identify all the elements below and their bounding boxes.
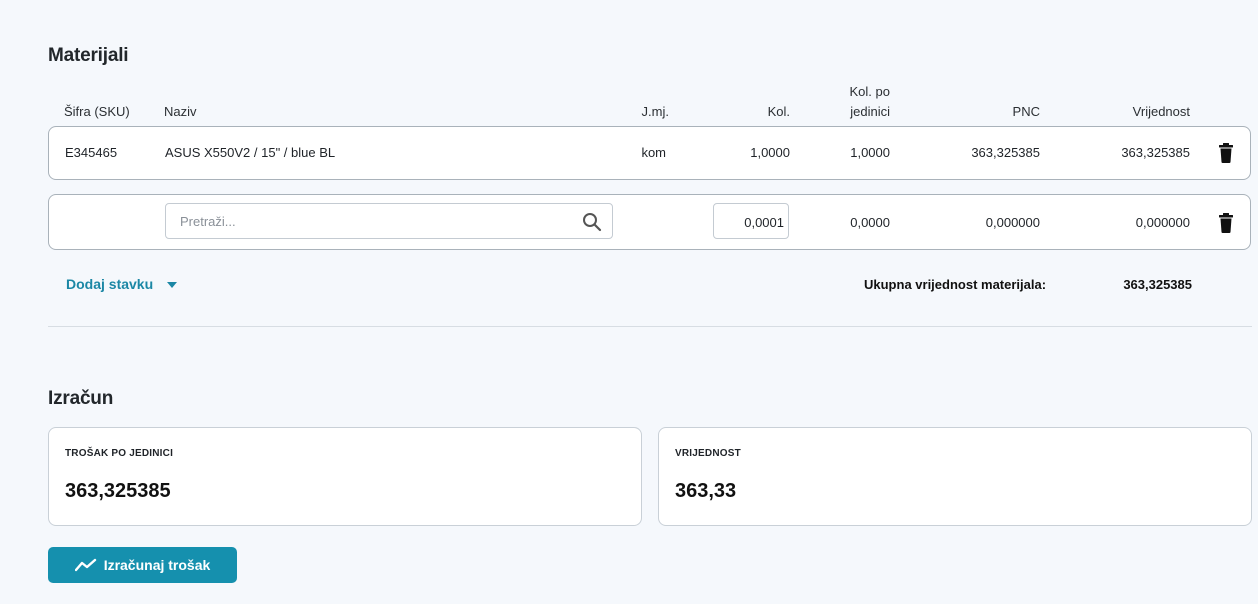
chart-line-icon [74,558,96,572]
row-name: ASUS X550V2 / 15" / blue BL [165,145,336,160]
header-unit: J.mj. [641,104,669,119]
calculate-cost-button[interactable]: Izračunaj trošak [48,547,237,583]
row-qty: 1,0000 [750,145,790,160]
quantity-field[interactable] [713,203,789,239]
new-row-value: 0,000000 [1135,215,1190,230]
new-material-row: 0,0000 0,000000 0,000000 [48,194,1251,250]
value-card: VRIJEDNOST 363,33 [658,427,1252,526]
materials-title: Materijali [48,45,129,66]
unit-cost-card: TROŠAK PO JEDINICI 363,325385 [48,427,642,526]
header-qty: Kol. [767,104,790,119]
trash-icon[interactable] [1217,213,1235,233]
new-row-pnc: 0,000000 [985,215,1040,230]
calculate-cost-label: Izračunaj trošak [103,557,211,573]
header-pnc: PNC [1012,104,1040,119]
new-row-qty-per-unit: 0,0000 [850,215,890,230]
header-value: Vrijednost [1132,104,1190,119]
caret-down-icon [167,282,178,288]
unit-cost-label: TROŠAK PO JEDINICI [65,448,174,459]
row-value: 363,325385 [1121,145,1190,160]
header-sku: Šifra (SKU) [64,104,130,119]
quantity-input[interactable] [722,214,786,231]
calculation-title: Izračun [48,388,114,409]
row-pnc: 363,325385 [971,145,1040,160]
row-unit: kom [641,145,666,160]
add-item-button[interactable]: Dodaj stavku [66,276,178,292]
row-qty-per-unit: 1,0000 [850,145,890,160]
header-qty-per-unit-line1: Kol. po [849,84,890,99]
total-label: Ukupna vrijednost materijala: [864,277,1047,292]
value-amount: 363,33 [675,480,737,502]
header-name: Naziv [164,104,197,119]
section-divider [48,326,1252,327]
header-qty-per-unit-line2: jedinici [850,104,890,119]
material-search[interactable] [165,203,613,239]
value-label: VRIJEDNOST [675,448,741,459]
search-input[interactable] [178,213,562,230]
row-sku: E345465 [65,145,118,160]
total-value: 363,325385 [1123,277,1192,292]
trash-icon[interactable] [1217,143,1235,163]
search-icon[interactable] [582,212,602,232]
unit-cost-value: 363,325385 [65,480,171,502]
add-item-label: Dodaj stavku [66,276,154,292]
material-row[interactable]: E345465 ASUS X550V2 / 15" / blue BL kom … [48,126,1251,180]
